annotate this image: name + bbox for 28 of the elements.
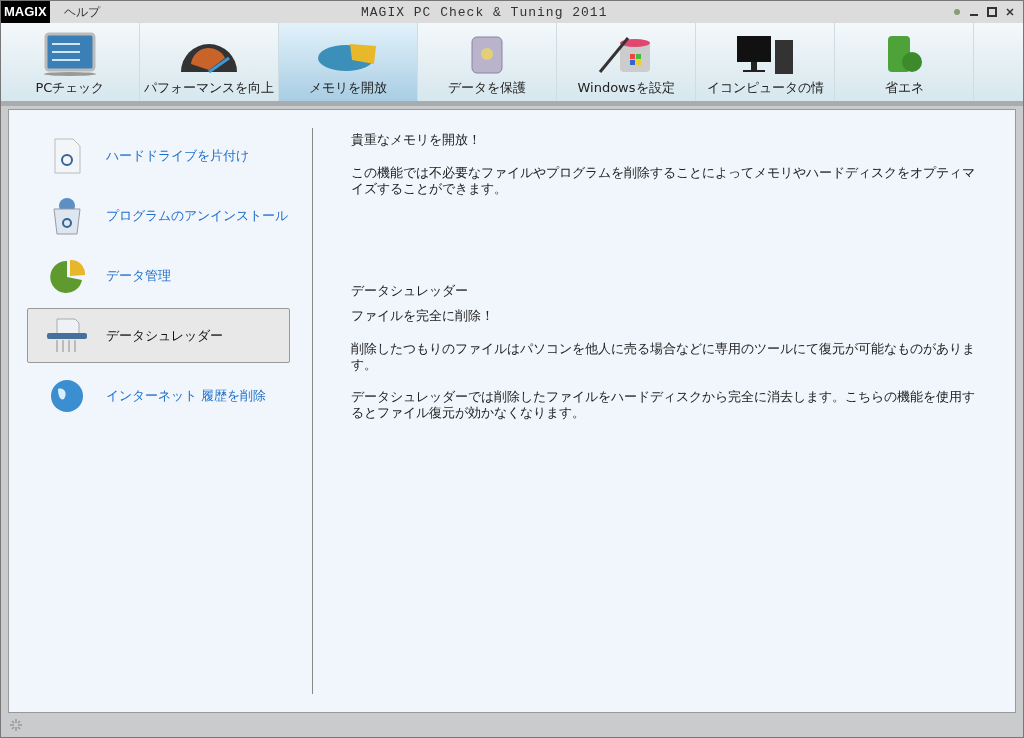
section-title: データシュレッダー [350,283,469,300]
status-dot-icon [953,8,961,16]
sidebar-item[interactable]: インターネット 履歴を削除 [27,368,290,423]
intro-paragraph: この機能では不必要なファイルやプログラムを削除することによってメモリやハードディスクをオプティマイズすることができます。 [350,165,975,197]
toolbar-tab[interactable]: パフォーマンスを向上 [140,23,279,101]
spinner-icon [9,718,23,732]
close-icon[interactable] [1005,7,1015,17]
sidebar-item[interactable]: データ管理 [27,248,290,303]
description-paragraph: データシュレッダーでは削除したファイルをハードディスクから完全に消去します。こちらの機能を使用するとファイル復元が効かなくなります。 [350,389,975,421]
sidebar-item[interactable]: プログラムのアンインストール [27,188,290,243]
logo: MAGIX [1,1,50,23]
maximize-icon[interactable] [987,7,997,17]
globe-icon [50,378,84,413]
toolbar-tab[interactable]: Windowsを設定 [557,23,696,101]
toolbar-tab[interactable]: PCチェック [1,23,140,101]
window-title: MAGIX PC Check & Tuning 2011 [361,4,608,20]
description-paragraph: 削除したつもりのファイルはパソコンを他人に売る場合などに専用のツールにて復元が可能なものがあります。 [350,341,975,373]
sidebar-item[interactable]: ハードドライブを片付け [27,128,290,183]
toolbar-tab[interactable]: データを保護 [418,23,557,101]
sidebar-item[interactable]: データシュレッダー [27,308,290,363]
toolbar-tab[interactable]: 省エネ [835,23,974,101]
content-heading: 貴重なメモリを開放！ [350,132,482,149]
paper-shredder-icon [45,317,89,354]
pie-chart-icon [48,257,86,294]
menu-item[interactable]: ヘルプ [63,3,100,21]
toolbar-tab[interactable]: メモリを開放 [279,23,418,101]
toolbar-tab[interactable]: イコンピュータの情 [696,23,835,101]
section-subheading: ファイルを完全に削除！ [350,308,495,325]
